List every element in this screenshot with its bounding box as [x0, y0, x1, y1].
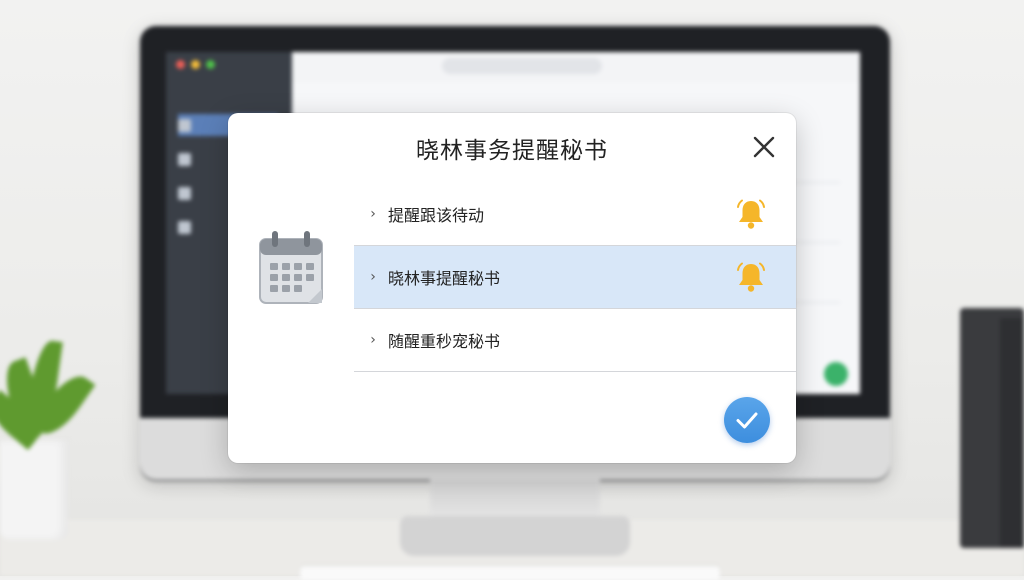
list-item[interactable]: › 随醒重秒宠秘书 [354, 309, 796, 372]
confirm-button[interactable] [724, 397, 770, 443]
close-button[interactable] [750, 133, 778, 161]
list-item-label: 晓林事提醒秘书 [388, 269, 501, 288]
keyboard [300, 566, 720, 580]
monitor-stand [430, 480, 600, 520]
reminder-dialog: 晓林事务提醒秘书 › 提醒跟该待动 › 晓林事提醒秘书 › 随醒重秒宠秘书 [228, 113, 796, 463]
checkmark-icon [736, 412, 758, 429]
reminder-list: › 提醒跟该待动 › 晓林事提醒秘书 › 随醒重秒宠秘书 [354, 183, 796, 372]
bell-icon[interactable] [734, 197, 768, 231]
list-item[interactable]: › 提醒跟该待动 [354, 183, 796, 246]
chevron-right-icon: › [370, 269, 376, 285]
plant-pot [0, 440, 68, 540]
close-icon [753, 136, 775, 158]
bell-icon[interactable] [734, 260, 768, 294]
dialog-title: 晓林事务提醒秘书 [416, 138, 608, 164]
list-item-selected[interactable]: › 晓林事提醒秘书 [354, 246, 796, 309]
chevron-right-icon: › [370, 206, 376, 222]
list-item-label: 提醒跟该待动 [388, 206, 485, 225]
chevron-right-icon: › [370, 332, 376, 348]
monitor-base [400, 516, 630, 556]
list-item-label: 随醒重秒宠秘书 [388, 332, 501, 351]
calendar-icon [258, 229, 324, 305]
